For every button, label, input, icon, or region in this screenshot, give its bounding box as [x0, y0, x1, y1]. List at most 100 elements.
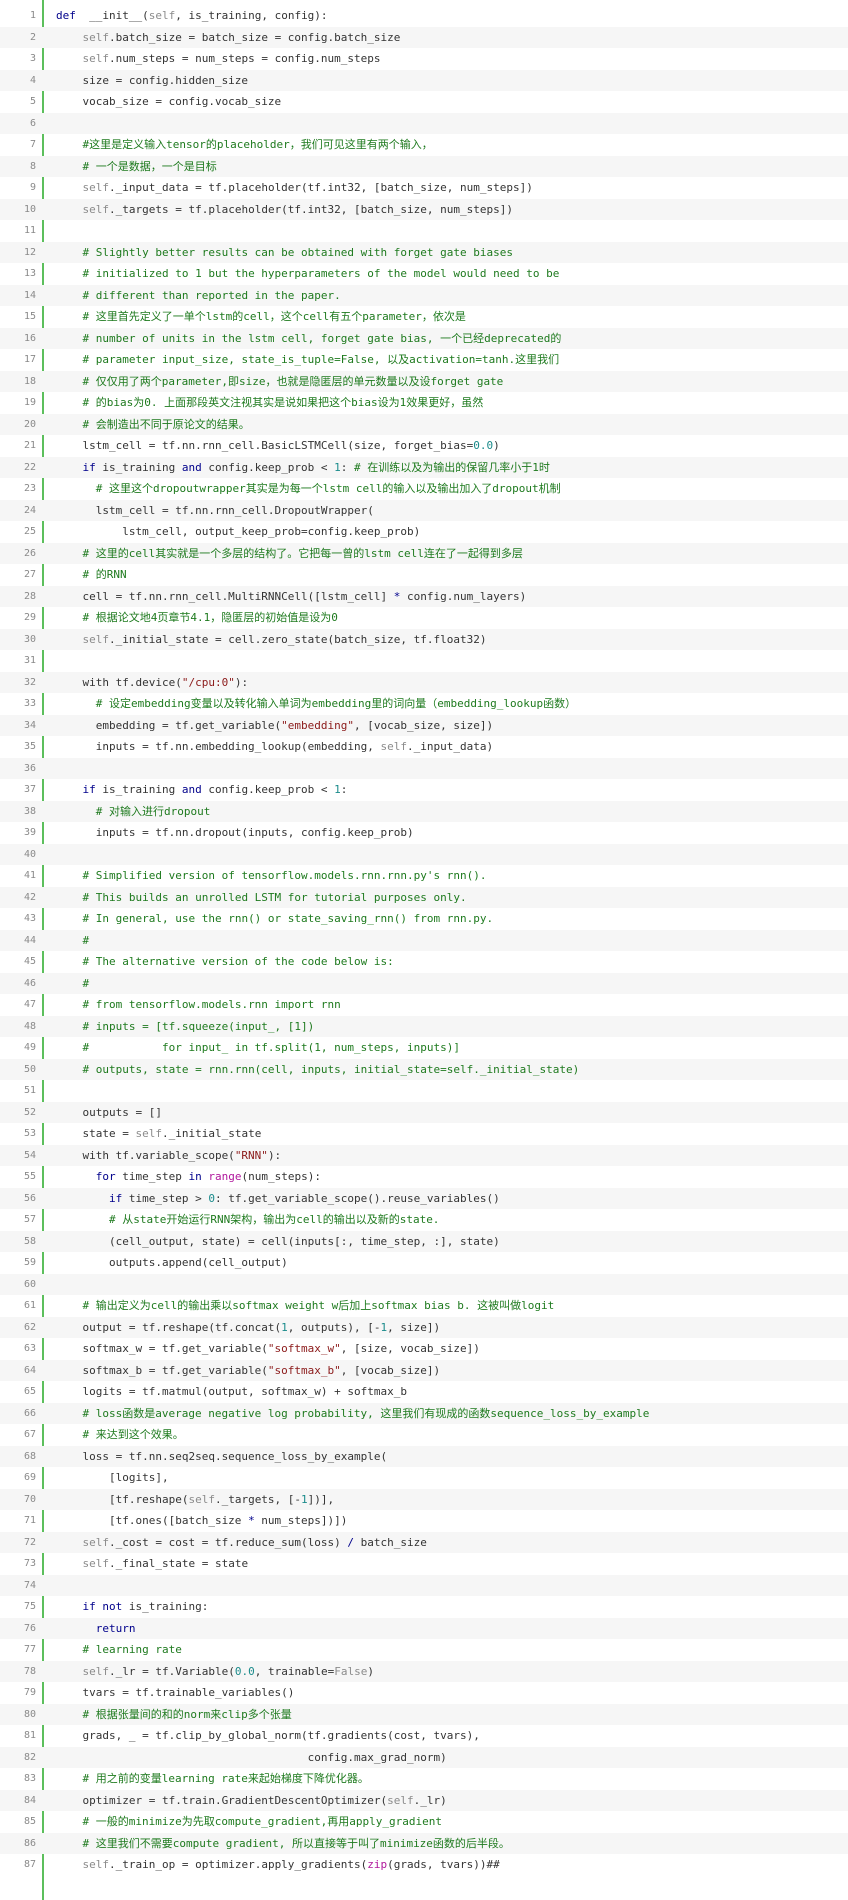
code-line: 78 self._lr = tf.Variable(0.0, trainable… — [0, 1660, 848, 1682]
line-number: 20 — [23, 418, 36, 430]
line-number: 5 — [29, 96, 36, 107]
line-number: 22 — [23, 461, 36, 473]
code-line: 18 # 仅仅用了两个parameter,即size，也就是隐匿层的单元数量以及… — [0, 370, 848, 392]
code-text: lstm_cell = tf.nn.rnn_cell.BasicLSTMCell… — [56, 435, 848, 456]
code-line: 57 # 从state开始运行RNN架构，输出为cell的输出以及新的state… — [0, 1209, 848, 1230]
code-token: , [vocab_size]) — [340, 1363, 441, 1377]
code-line: 48 # inputs = [tf.squeeze(input_, [1]) — [0, 1015, 848, 1037]
code-text: self._targets = tf.placeholder(tf.int32,… — [56, 199, 848, 220]
line-number: 15 — [23, 311, 36, 322]
line-number: 82 — [23, 1751, 36, 1763]
code-text: size = config.hidden_size — [56, 70, 848, 91]
self-token: self — [82, 52, 110, 65]
code-token: , trainable= — [254, 1664, 335, 1678]
code-text: config.max_grad_norm) — [56, 1747, 848, 1768]
line-number: 61 — [23, 1300, 36, 1311]
code-line: 86 # 这里我们不需要compute gradient, 所以直接等于叫了mi… — [0, 1832, 848, 1854]
number-token: 0.0 — [234, 1664, 255, 1678]
number-token: 1 — [334, 460, 341, 474]
code-token: , [vocab_size, size]) — [354, 718, 494, 732]
comment-token: # — [82, 976, 90, 990]
number-token: 1 — [334, 783, 341, 796]
code-token: [tf.reshape( — [56, 1492, 189, 1506]
code-line: 47 # from tensorflow.models.rnn import r… — [0, 994, 848, 1015]
code-line: 19 # 的bias为0. 上面那段英文注视其实是说如果把这个bias设为1效果… — [0, 392, 848, 413]
keyword-token: def — [56, 9, 76, 22]
line-number: 6 — [29, 117, 36, 129]
code-line: 53 state = self._initial_state — [0, 1123, 848, 1144]
line-number: 60 — [23, 1278, 36, 1290]
code-token: ._final_state = state — [109, 1557, 249, 1570]
code-text: [tf.reshape(self._targets, [-1])], — [56, 1489, 848, 1510]
code-line: 43 # In general, use the rnn() or state_… — [0, 908, 848, 929]
code-line: 62 output = tf.reshape(tf.concat(1, outp… — [0, 1316, 848, 1338]
code-text: # The alternative version of the code be… — [56, 951, 848, 972]
self-token: self — [82, 1858, 110, 1871]
code-token: ._lr = tf.Variable( — [109, 1664, 235, 1678]
code-token: config.keep_prob < — [201, 783, 335, 796]
code-line: 87 self._train_op = optimizer.apply_grad… — [0, 1854, 848, 1875]
code-token: config.max_grad_norm) — [56, 1750, 447, 1764]
code-line: 21 lstm_cell = tf.nn.rnn_cell.BasicLSTMC… — [0, 435, 848, 456]
code-line: 40 — [0, 843, 848, 865]
code-text: # 这里首先定义了一单个lstm的cell，这个cell有五个parameter… — [56, 306, 848, 327]
line-number: 74 — [23, 1579, 36, 1591]
code-text: outputs.append(cell_output) — [56, 1252, 848, 1273]
code-text: # 一个是数据，一个是目标 — [56, 156, 848, 177]
code-line: 67 # 来达到这个效果。 — [0, 1424, 848, 1445]
code-line: 10 self._targets = tf.placeholder(tf.int… — [0, 198, 848, 220]
comment-token: # 根据张量间的和的norm来clip多个张量 — [82, 1707, 292, 1721]
code-token: , size]) — [387, 1320, 441, 1334]
code-token: tvars = tf.trainable_variables() — [56, 1686, 295, 1699]
code-token: inputs = tf.nn.embedding_lookup(embeddin… — [56, 740, 381, 753]
line-number: 77 — [23, 1644, 36, 1655]
line-number: 47 — [23, 999, 36, 1010]
code-text: def __init__(self, is_training, config): — [56, 5, 848, 26]
code-text: with tf.device("/cpu:0"): — [56, 672, 848, 693]
code-line: 26 # 这里的cell其实就是一个多层的结构了。它把每一曾的lstm cell… — [0, 542, 848, 564]
comment-token: # 的RNN — [82, 568, 127, 581]
code-text: if not is_training: — [56, 1596, 848, 1617]
self-token: self — [82, 202, 110, 216]
comment-token: # 仅仅用了两个parameter,即size，也就是隐匿层的单元数量以及设fo… — [82, 374, 504, 388]
code-line: 2 self.batch_size = batch_size = config.… — [0, 26, 848, 48]
code-line: 70 [tf.reshape(self._targets, [-1])], — [0, 1488, 848, 1510]
line-number: 17 — [23, 354, 36, 365]
code-text: # This builds an unrolled LSTM for tutor… — [56, 887, 848, 908]
code-block: 1 def __init__(self, is_training, config)… — [0, 0, 848, 1900]
code-text: # Slightly better results can be obtaine… — [56, 242, 848, 263]
comment-token: # 用之前的变量learning rate来起始梯度下降优化器。 — [82, 1772, 369, 1785]
code-line: 50 # outputs, state = rnn.rnn(cell, inpu… — [0, 1058, 848, 1080]
code-text: self._input_data = tf.placeholder(tf.int… — [56, 177, 848, 198]
number-token: 1 — [301, 1492, 308, 1506]
code-text: # from tensorflow.models.rnn import rnn — [56, 994, 848, 1015]
code-line: 58 (cell_output, state) = cell(inputs[:,… — [0, 1230, 848, 1252]
code-token: , outputs), [- — [287, 1320, 381, 1334]
comment-token: # 从state开始运行RNN架构，输出为cell的输出以及新的state. — [108, 1213, 440, 1226]
comment-token: # 设定embedding变量以及转化输入单词为embedding里的词向量（e… — [95, 697, 577, 710]
line-number: 41 — [23, 870, 36, 881]
code-line: 24 lstm_cell = tf.nn.rnn_cell.DropoutWra… — [0, 499, 848, 521]
code-line: 14 # different than reported in the pape… — [0, 284, 848, 306]
line-number: 52 — [23, 1106, 36, 1118]
code-line: 66 # loss函数是average negative log probabi… — [0, 1402, 848, 1424]
code-line: 17 # parameter input_size, state_is_tupl… — [0, 349, 848, 370]
code-text: # 输出定义为cell的输出乘以softmax weight w后加上softm… — [56, 1295, 848, 1316]
keyword-token: if not — [82, 1600, 123, 1613]
comment-token: # 的bias为0. 上面那段英文注视其实是说如果把这个bias设为1效果更好，… — [82, 396, 484, 409]
